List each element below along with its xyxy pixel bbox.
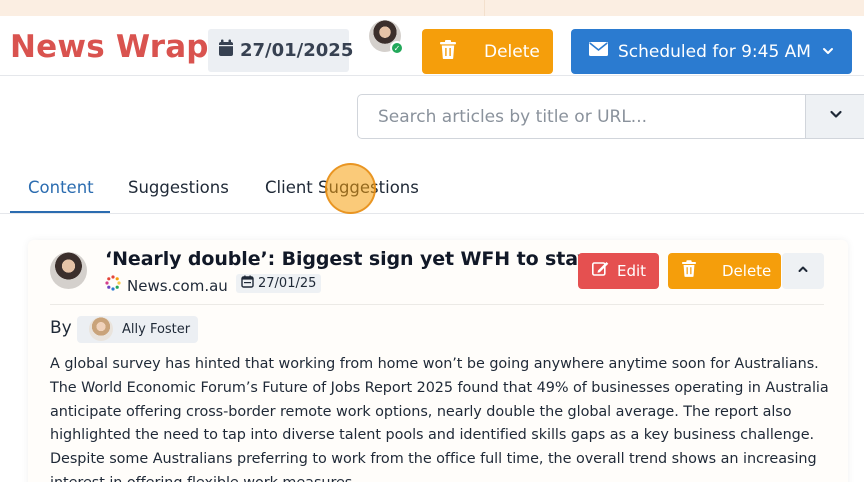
edit-article-button[interactable]: Edit	[578, 253, 659, 289]
delete-edition-button[interactable]: Delete	[422, 29, 553, 74]
card-divider	[50, 304, 824, 305]
author-name: Ally Foster	[122, 322, 191, 337]
active-tab-indicator	[10, 211, 110, 213]
search-dropdown-toggle[interactable]	[805, 95, 864, 138]
check-icon: ✓	[390, 41, 404, 55]
app-header: News Wrap 27/01/2025 Delete Scheduled fo…	[0, 16, 864, 76]
article-date-text: 27/01/25	[258, 276, 317, 291]
search-input[interactable]	[358, 95, 805, 138]
chevron-down-icon	[829, 107, 843, 126]
calendar-icon	[218, 39, 234, 62]
trash-icon	[682, 260, 696, 282]
edition-date: 27/01/2025	[240, 40, 354, 61]
article-date: 27/01/25	[236, 274, 322, 293]
schedule-dropdown-button[interactable]: Scheduled for 9:45 AM	[571, 29, 852, 74]
news-logo-icon	[105, 275, 121, 296]
article-headline[interactable]: ‘Nearly double’: Biggest sign yet WFH to…	[105, 248, 590, 270]
author-avatar	[89, 317, 113, 341]
tab-suggestions[interactable]: Suggestions	[128, 178, 229, 197]
click-indicator	[325, 163, 376, 214]
source-name: News.com.au	[127, 276, 228, 295]
edit-label: Edit	[617, 262, 647, 280]
tab-content[interactable]: Content	[28, 178, 94, 197]
app-title: News Wrap	[10, 29, 209, 65]
envelope-icon	[589, 42, 608, 61]
article-summary: A global survey has hinted that working …	[50, 356, 829, 482]
tab-bar: Content Suggestions Client Suggestions	[0, 168, 864, 214]
article-search	[357, 94, 864, 139]
delete-article-button[interactable]: Delete	[668, 253, 781, 289]
edition-date-picker[interactable]: 27/01/2025	[208, 29, 353, 72]
banner-divider	[484, 0, 485, 16]
schedule-label: Scheduled for 9:45 AM	[618, 41, 811, 62]
chevron-down-icon	[822, 42, 834, 65]
byline-label: By	[50, 318, 72, 338]
curator-avatar	[50, 252, 87, 289]
calendar-icon	[241, 275, 254, 293]
delete-edition-label: Delete	[484, 41, 540, 62]
trash-icon	[440, 39, 456, 64]
delete-article-label: Delete	[722, 262, 772, 280]
chevron-up-icon	[797, 262, 809, 280]
top-banner-strip	[0, 0, 864, 16]
edit-icon	[592, 261, 609, 281]
collapse-article-button[interactable]	[782, 253, 824, 289]
article-source: News.com.au	[105, 275, 228, 296]
